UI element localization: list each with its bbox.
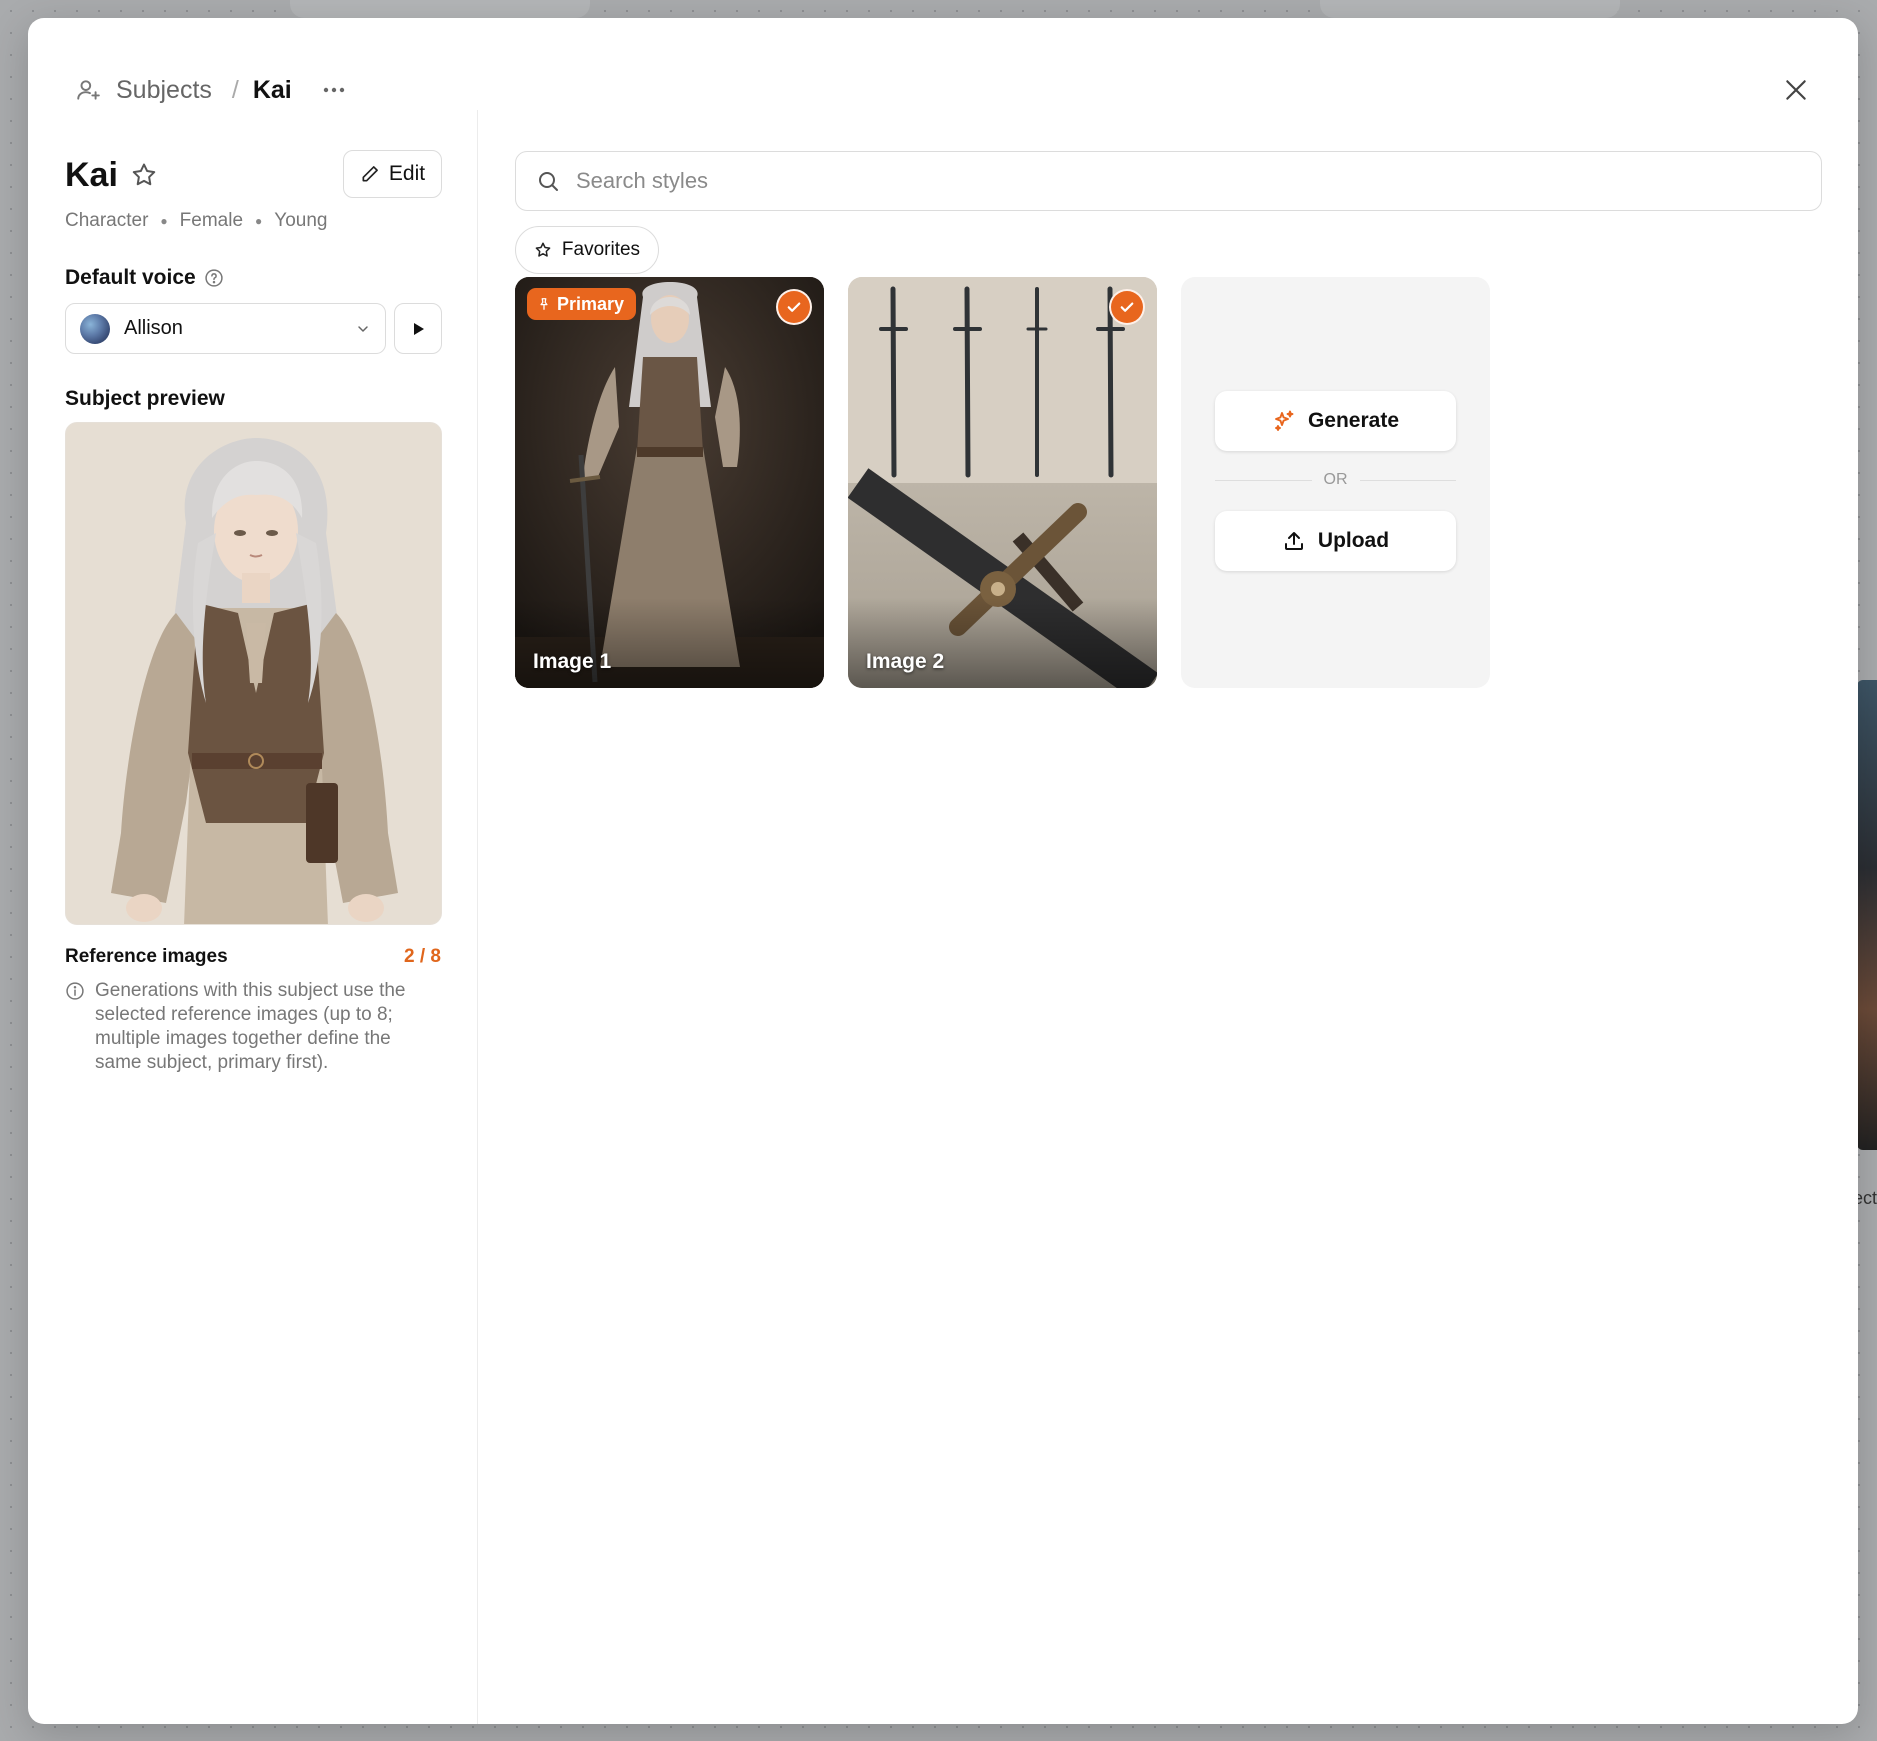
breadcrumb-current: Kai	[252, 75, 292, 104]
edit-button-label: Edit	[388, 162, 426, 185]
chevron-down-icon	[358, 325, 368, 332]
play-icon	[414, 322, 424, 335]
card-label: Image 1	[533, 650, 612, 673]
star-icon	[132, 163, 156, 186]
star-icon	[535, 242, 551, 257]
info-icon	[66, 982, 84, 1000]
add-reference-card: Generate OR Upload	[1181, 277, 1490, 688]
or-divider: OR	[1215, 471, 1456, 489]
help-icon[interactable]	[204, 268, 224, 288]
generate-label: Generate	[1307, 409, 1400, 432]
reference-images-panel: Favorites	[479, 110, 1858, 1724]
upload-button[interactable]: Upload	[1215, 511, 1456, 571]
reference-images-count: 2 / 8	[404, 946, 441, 967]
breadcrumb-separator: /	[231, 75, 239, 104]
pencil-icon	[362, 166, 378, 182]
voice-select[interactable]: Allison	[65, 303, 386, 354]
search-bar[interactable]	[515, 151, 1822, 211]
upload-icon	[1284, 532, 1303, 550]
sparkles-icon	[1275, 410, 1294, 431]
default-voice-label-text: Default voice	[65, 266, 196, 289]
pin-icon	[540, 298, 548, 310]
close-button[interactable]	[1778, 72, 1814, 108]
voice-avatar	[80, 313, 110, 344]
card-label: Image 2	[866, 650, 945, 673]
selected-checkmark[interactable]	[1109, 289, 1145, 325]
background-card-peek	[1857, 680, 1877, 1150]
voice-selected-value: Allison	[124, 317, 183, 339]
subject-modal: Subjects / Kai Kai Edit Character ● Fema…	[28, 18, 1858, 1724]
tag-type: Character	[65, 210, 149, 231]
check-icon	[1120, 302, 1134, 312]
tag-separator: ●	[255, 214, 263, 228]
ellipsis-icon	[323, 87, 344, 93]
reference-info: Generations with this subject use the se…	[65, 979, 442, 1075]
reference-image-card[interactable]: Image 2	[848, 277, 1157, 688]
or-text: OR	[1323, 471, 1348, 488]
selected-checkmark[interactable]	[776, 289, 812, 325]
tag-age: Young	[274, 210, 328, 231]
breadcrumb-subjects-link[interactable]: Subjects	[116, 76, 212, 105]
reference-image-card[interactable]: Primary Image 1	[515, 277, 824, 688]
reference-images-label: Reference images	[65, 946, 228, 967]
divider-line	[1359, 479, 1456, 481]
tag-gender: Female	[179, 210, 244, 231]
character-portrait	[66, 423, 441, 924]
subject-details-panel: Kai Edit Character ● Female ● Young Defa…	[28, 110, 478, 1724]
tag-separator: ●	[160, 214, 168, 228]
subject-name: Kai	[65, 156, 118, 194]
favorites-filter-button[interactable]: Favorites	[515, 226, 659, 274]
subject-preview-image	[65, 422, 442, 925]
generate-button[interactable]: Generate	[1215, 391, 1456, 451]
breadcrumb: Subjects / Kai	[74, 70, 350, 110]
favorite-star-button[interactable]	[130, 161, 160, 191]
background-shape	[1320, 0, 1620, 18]
primary-badge-label: Primary	[557, 293, 625, 314]
primary-badge: Primary	[527, 288, 637, 320]
search-icon	[539, 172, 558, 191]
edit-button[interactable]: Edit	[343, 150, 442, 198]
modal-header: Subjects / Kai	[28, 18, 1858, 110]
play-voice-button[interactable]	[394, 303, 442, 354]
upload-label: Upload	[1317, 529, 1390, 552]
background-shape	[290, 0, 590, 18]
user-plus-icon	[74, 76, 102, 104]
reference-info-text: Generations with this subject use the se…	[95, 980, 406, 1073]
subject-preview-label: Subject preview	[65, 387, 225, 410]
check-icon	[787, 302, 801, 312]
favorites-label: Favorites	[561, 239, 641, 260]
close-icon	[1786, 80, 1806, 100]
search-input[interactable]	[576, 168, 1801, 194]
more-options-button[interactable]	[318, 74, 350, 106]
divider-line	[1215, 479, 1312, 481]
card-gradient	[515, 598, 824, 688]
card-gradient	[848, 598, 1157, 688]
default-voice-label: Default voice	[65, 266, 224, 290]
subject-tags: Character ● Female ● Young	[65, 210, 327, 232]
